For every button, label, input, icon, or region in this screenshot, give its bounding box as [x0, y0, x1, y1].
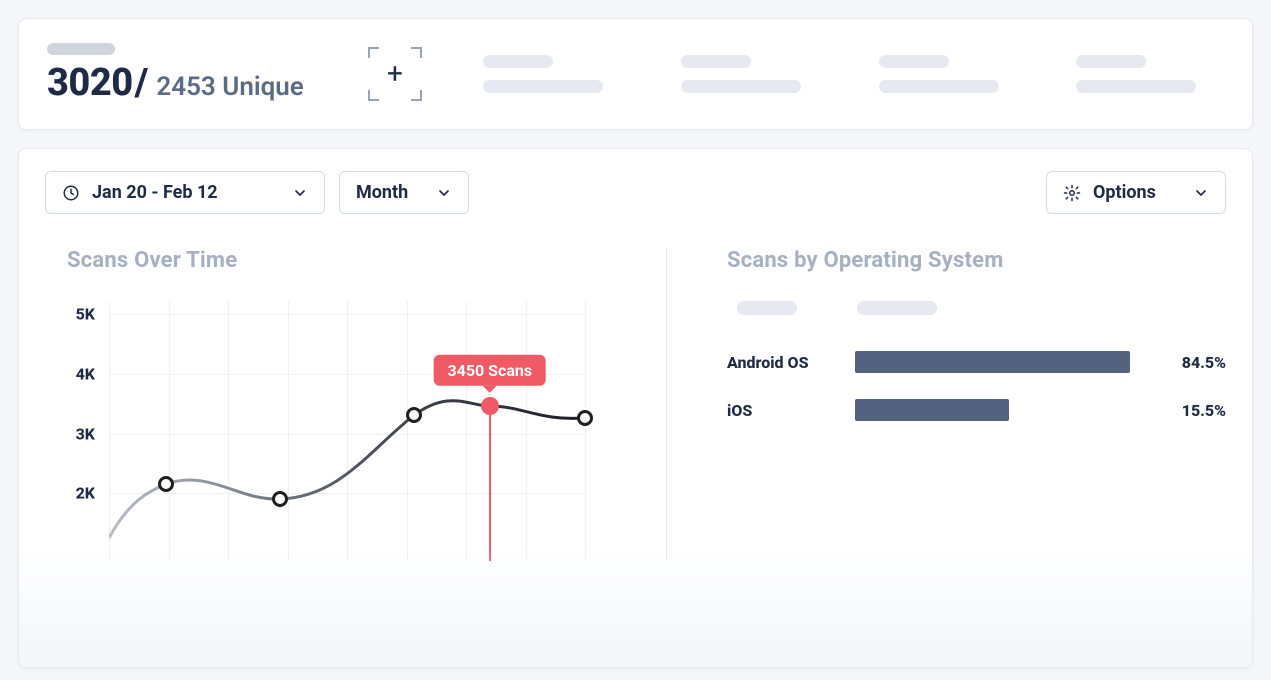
scan-unique: 2453 Unique	[156, 72, 303, 102]
chevron-down-icon	[436, 185, 452, 201]
stat-slash: /	[135, 61, 149, 105]
clock-icon	[62, 184, 80, 202]
plot-area: 3450 Scans	[109, 301, 585, 561]
os-percent: 84.5%	[1156, 353, 1226, 372]
line-path	[109, 301, 585, 561]
os-row-android: Android OS 84.5%	[727, 351, 1226, 373]
y-axis: 5K 4K 3K 2K	[45, 301, 105, 561]
selection-corners-icon	[367, 46, 423, 102]
scan-total: 3020	[47, 61, 133, 105]
data-point[interactable]	[158, 476, 174, 492]
chart-title: Scans Over Time	[67, 248, 636, 273]
os-bar-track	[855, 351, 1130, 373]
chart-toolbar: Jan 20 - Feb 12 Month Options	[45, 171, 1226, 214]
data-point[interactable]	[272, 491, 288, 507]
fade-overlay	[19, 547, 1252, 667]
os-bar-track	[855, 399, 1130, 421]
os-bar-chart: Android OS 84.5% iOS 15.5%	[727, 301, 1226, 421]
date-range-select[interactable]: Jan 20 - Feb 12	[45, 171, 325, 214]
scans-by-os-panel: Scans by Operating System Android OS 84.…	[666, 248, 1226, 561]
os-percent: 15.5%	[1156, 401, 1226, 420]
os-label: Android OS	[727, 353, 837, 372]
summary-card: 3020 / 2453 Unique +	[18, 18, 1253, 130]
date-range-label: Jan 20 - Feb 12	[92, 182, 218, 203]
data-point[interactable]	[406, 407, 422, 423]
stat-skeleton	[681, 55, 829, 93]
os-bar	[855, 351, 1130, 373]
options-select[interactable]: Options	[1046, 171, 1226, 214]
gear-icon	[1063, 184, 1081, 202]
scans-over-time-panel: Scans Over Time 5K 4K 3K 2K	[45, 248, 666, 561]
data-point-active[interactable]	[481, 397, 499, 415]
os-bar	[855, 399, 1009, 421]
chevron-down-icon	[1193, 185, 1209, 201]
os-label: iOS	[727, 401, 837, 420]
y-tick: 2K	[76, 484, 95, 503]
crosshair	[489, 406, 491, 561]
stat-skeleton	[879, 55, 1027, 93]
granularity-label: Month	[356, 182, 408, 203]
chevron-down-icon	[292, 185, 308, 201]
add-widget-button[interactable]: +	[367, 46, 423, 102]
chart-tooltip: 3450 Scans	[433, 355, 546, 386]
chart-title: Scans by Operating System	[727, 248, 1226, 273]
stat-skeleton	[483, 55, 631, 93]
stat-label-skeleton	[47, 43, 115, 55]
stat-line: 3020 / 2453 Unique	[47, 61, 307, 105]
charts-body: Scans Over Time 5K 4K 3K 2K	[45, 248, 1226, 561]
y-tick: 4K	[76, 364, 95, 383]
y-tick: 5K	[76, 305, 95, 324]
scan-total-block: 3020 / 2453 Unique	[47, 43, 307, 105]
os-row-ios: iOS 15.5%	[727, 399, 1226, 421]
line-chart: 5K 4K 3K 2K	[45, 301, 585, 561]
options-label: Options	[1093, 182, 1156, 203]
granularity-select[interactable]: Month	[339, 171, 469, 214]
stat-skeleton	[1076, 55, 1224, 93]
data-point[interactable]	[577, 410, 593, 426]
os-header-skeleton	[727, 301, 1226, 315]
y-tick: 3K	[76, 424, 95, 443]
stat-placeholders	[483, 55, 1224, 93]
charts-card: Jan 20 - Feb 12 Month Options	[18, 148, 1253, 668]
